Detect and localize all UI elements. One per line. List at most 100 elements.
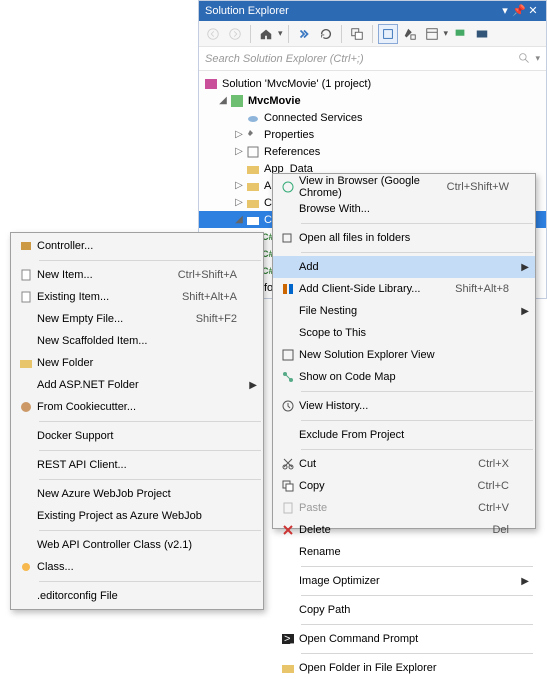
menu-scope-to-this[interactable]: Scope to This xyxy=(273,322,535,344)
project-node[interactable]: ◢ MvcMovie xyxy=(199,92,546,109)
search-icon xyxy=(518,52,531,65)
menu-view-history[interactable]: View History... xyxy=(273,395,535,417)
menu-image-optimizer[interactable]: Image Optimizer▶ xyxy=(273,570,535,592)
menu-add-client-side[interactable]: Add Client-Side Library... Shift+Alt+8 xyxy=(273,278,535,300)
menu-editorconfig[interactable]: .editorconfig File xyxy=(11,585,263,607)
expand-glyph[interactable]: ◢ xyxy=(217,95,229,106)
forward-icon[interactable] xyxy=(225,24,245,44)
folder-icon xyxy=(245,195,261,211)
new-item-icon xyxy=(15,268,37,282)
search-placeholder: Search Solution Explorer (Ctrl+;) xyxy=(205,53,518,65)
menu-divider xyxy=(301,391,533,392)
menu-controller[interactable]: Controller... xyxy=(11,235,263,257)
window-icon xyxy=(277,348,299,362)
connected-services-node[interactable]: Connected Services xyxy=(199,109,546,126)
menu-from-cookiecutter[interactable]: From Cookiecutter... xyxy=(11,396,263,418)
submenu-arrow-icon: ▶ xyxy=(521,262,529,273)
back-icon[interactable] xyxy=(203,24,223,44)
terminal-icon: >_ xyxy=(277,632,299,646)
expand-glyph[interactable]: ▷ xyxy=(233,180,245,191)
submenu-arrow-icon: ▶ xyxy=(249,380,257,391)
menu-open-folder-explorer[interactable]: Open Folder in File Explorer xyxy=(273,657,535,679)
cut-icon xyxy=(277,457,299,471)
refresh-icon[interactable] xyxy=(316,24,336,44)
menu-add-aspnet-folder[interactable]: Add ASP.NET Folder▶ xyxy=(11,374,263,396)
delete-icon xyxy=(277,523,299,537)
menu-divider xyxy=(39,260,261,261)
menu-add[interactable]: Add▶ xyxy=(273,256,535,278)
folder-icon xyxy=(245,161,261,177)
menu-rest-api-client[interactable]: REST API Client... xyxy=(11,454,263,476)
menu-copy-path[interactable]: Copy Path xyxy=(273,599,535,621)
folder-icon xyxy=(245,212,261,228)
cloud-icon xyxy=(245,110,261,126)
collapse-all-icon[interactable] xyxy=(347,24,367,44)
add-submenu: Controller... New Item...Ctrl+Shift+A Ex… xyxy=(10,232,264,610)
properties-node[interactable]: ▷ Properties xyxy=(199,126,546,143)
solution-node[interactable]: Solution 'MvcMovie' (1 project) xyxy=(199,75,546,92)
menu-copy[interactable]: CopyCtrl+C xyxy=(273,475,535,497)
menu-open-cmd[interactable]: >_ Open Command Prompt xyxy=(273,628,535,650)
window-menu-icon[interactable]: ▾ xyxy=(498,1,512,21)
menu-divider xyxy=(301,624,533,625)
menu-file-nesting[interactable]: File Nesting▶ xyxy=(273,300,535,322)
menu-open-all-files[interactable]: Open all files in folders xyxy=(273,227,535,249)
menu-web-api-controller[interactable]: Web API Controller Class (v2.1) xyxy=(11,534,263,556)
context-menu: View in Browser (Google Chrome) Ctrl+Shi… xyxy=(272,173,536,529)
class-icon xyxy=(15,560,37,574)
menu-class[interactable]: Class... xyxy=(11,556,263,578)
menu-divider xyxy=(39,421,261,422)
toolbar-extra1-icon[interactable] xyxy=(450,24,470,44)
menu-docker-support[interactable]: Docker Support xyxy=(11,425,263,447)
library-icon xyxy=(277,282,299,296)
browser-icon xyxy=(277,180,299,194)
menu-view-in-browser[interactable]: View in Browser (Google Chrome) Ctrl+Shi… xyxy=(273,176,535,198)
open-files-icon xyxy=(277,231,299,245)
menu-delete[interactable]: DeleteDel xyxy=(273,519,535,541)
panel-title: Solution Explorer xyxy=(205,1,498,21)
close-icon[interactable]: ✕ xyxy=(526,1,540,21)
menu-rename[interactable]: Rename xyxy=(273,541,535,563)
csproj-icon xyxy=(229,93,245,109)
menu-existing-item[interactable]: Existing Item...Shift+Alt+A xyxy=(11,286,263,308)
history-icon xyxy=(277,399,299,413)
show-all-files-icon[interactable] xyxy=(378,24,398,44)
menu-divider xyxy=(301,595,533,596)
new-folder-icon xyxy=(15,356,37,370)
sync-icon[interactable] xyxy=(294,24,314,44)
menu-browse-with[interactable]: Browse With... xyxy=(273,198,535,220)
menu-cut[interactable]: CutCtrl+X xyxy=(273,453,535,475)
search-input[interactable]: Search Solution Explorer (Ctrl+;) ▾ xyxy=(199,47,546,71)
controller-icon xyxy=(15,239,37,253)
preview-icon[interactable] xyxy=(422,24,442,44)
submenu-arrow-icon: ▶ xyxy=(521,576,529,587)
menu-new-item[interactable]: New Item...Ctrl+Shift+A xyxy=(11,264,263,286)
folder-open-icon xyxy=(277,661,299,675)
menu-existing-azure-webjob[interactable]: Existing Project as Azure WebJob xyxy=(11,505,263,527)
panel-toolbar: ▾ ▾ xyxy=(199,21,546,47)
svg-text:>_: >_ xyxy=(284,633,295,645)
expand-glyph[interactable]: ◢ xyxy=(233,214,245,225)
properties-icon[interactable] xyxy=(400,24,420,44)
cookiecutter-icon xyxy=(15,400,37,414)
menu-divider xyxy=(301,653,533,654)
menu-divider xyxy=(301,252,533,253)
menu-show-on-code-map[interactable]: Show on Code Map xyxy=(273,366,535,388)
menu-exclude-from-project[interactable]: Exclude From Project xyxy=(273,424,535,446)
references-node[interactable]: ▷ References xyxy=(199,143,546,160)
menu-new-empty-file[interactable]: New Empty File...Shift+F2 xyxy=(11,308,263,330)
menu-new-azure-webjob[interactable]: New Azure WebJob Project xyxy=(11,483,263,505)
toolbar-extra2-icon[interactable] xyxy=(472,24,492,44)
expand-glyph[interactable]: ▷ xyxy=(233,129,245,140)
menu-new-solution-explorer-view[interactable]: New Solution Explorer View xyxy=(273,344,535,366)
home-icon[interactable] xyxy=(256,24,276,44)
code-map-icon xyxy=(277,370,299,384)
expand-glyph[interactable]: ▷ xyxy=(233,146,245,157)
pin-icon[interactable]: 📌 xyxy=(512,1,526,21)
paste-icon xyxy=(277,501,299,515)
menu-new-scaffolded-item[interactable]: New Scaffolded Item... xyxy=(11,330,263,352)
expand-glyph[interactable]: ▷ xyxy=(233,197,245,208)
menu-new-folder[interactable]: New Folder xyxy=(11,352,263,374)
menu-divider xyxy=(39,450,261,451)
existing-item-icon xyxy=(15,290,37,304)
